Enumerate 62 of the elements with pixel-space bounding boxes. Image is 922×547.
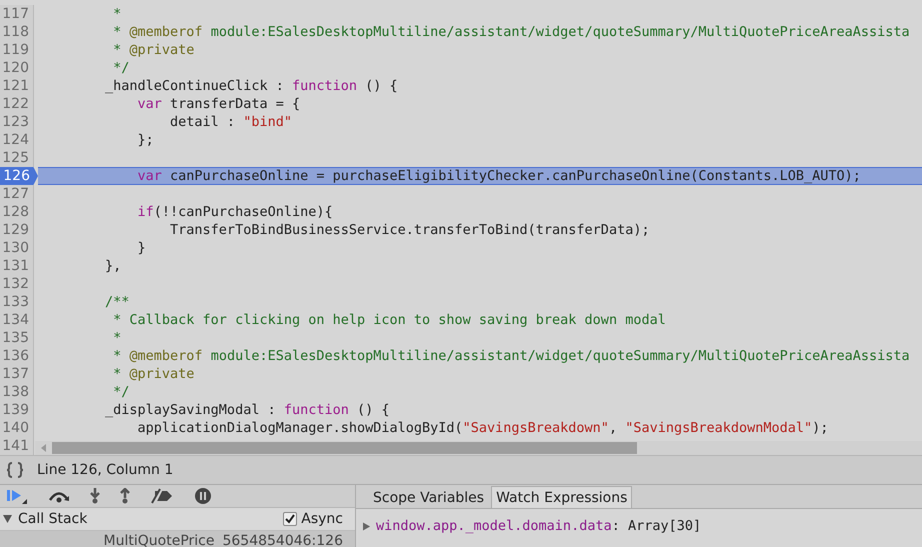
code-line: * — [112, 329, 122, 347]
line-number: 122 — [0, 95, 34, 113]
code-line: _displaySavingModal : function () { — [104, 401, 391, 419]
code-line: _handleContinueClick : function () { — [104, 77, 399, 95]
code-line: */ — [112, 59, 130, 77]
code-line: * @private — [112, 365, 196, 383]
line-number: 128 — [0, 203, 34, 221]
line-number: 134 — [0, 311, 34, 329]
line-number: 138 — [0, 383, 34, 401]
call-stack-title[interactable]: Call Stack — [18, 510, 88, 527]
line-number: 139 — [0, 401, 34, 419]
step-into-icon[interactable] — [90, 488, 100, 504]
line-number: 118 — [0, 23, 34, 41]
code-line: var transferData = { — [136, 95, 302, 113]
code-line: } — [136, 239, 147, 257]
horizontal-scrollbar[interactable] — [35, 441, 922, 455]
line-number: 123 — [0, 113, 34, 131]
code-line: /** — [104, 293, 130, 311]
line-number: 124 — [0, 131, 34, 149]
line-number: 131 — [0, 257, 34, 275]
expand-triangle-icon[interactable] — [363, 522, 371, 530]
code-line: detail : "bind" — [169, 113, 293, 131]
line-number: 133 — [0, 293, 34, 311]
scrollbar-thumb[interactable] — [52, 442, 637, 454]
panel-tab[interactable]: Watch Expressions — [491, 486, 632, 508]
cursor-position: Line 126, Column 1 — [37, 462, 174, 478]
code-line: */ — [112, 383, 130, 401]
line-number: 120 — [0, 59, 34, 77]
async-label: Async — [301, 510, 343, 527]
code-line: * — [112, 5, 122, 23]
code-line: TransferToBindBusinessService.transferToBind(transferData); — [169, 221, 651, 239]
watch-expression: window.app._model.domain.data: Array[30] — [376, 518, 702, 534]
code-line: * Callback for clicking on help icon to show saving break down modal — [112, 311, 667, 329]
expand-triangle-icon[interactable] — [3, 514, 12, 523]
async-checkbox[interactable] — [283, 512, 298, 526]
line-number: 136 — [0, 347, 34, 365]
line-number: 140 — [0, 419, 34, 437]
line-number: 135 — [0, 329, 34, 347]
line-number: 125 — [0, 149, 34, 167]
call-frame[interactable]: MultiQuotePrice 5654854046:126 — [0, 531, 355, 547]
code-line: * @memberof module:ESalesDesktopMultiline/assistant/widget/quoteSummary/MultiQuotePriceAreaAssista — [112, 23, 911, 41]
line-number: 127 — [0, 185, 34, 203]
line-number: 121 — [0, 77, 34, 95]
code-line: * @private — [112, 41, 196, 59]
code-line: applicationDialogManager.showDialogById("SavingsBreakdown", "SavingsBreakdownModal"); — [136, 419, 830, 437]
line-number: 137 — [0, 365, 34, 383]
pause-icon[interactable] — [194, 486, 212, 505]
line-number: 119 — [0, 41, 34, 59]
code-line: * @memberof module:ESalesDesktopMultiline/assistant/widget/quoteSummary/MultiQuotePriceAreaAssista — [112, 347, 911, 365]
panel-tab[interactable]: Scope Variables — [368, 486, 490, 508]
code-line: }, — [104, 257, 122, 275]
line-number: 130 — [0, 239, 34, 257]
step-out-icon[interactable] — [120, 488, 130, 504]
code-line: }; — [136, 131, 155, 149]
line-number: 141 — [0, 437, 34, 455]
braces-icon[interactable] — [6, 462, 24, 478]
line-number: 117 — [0, 5, 34, 23]
line-number: 129 — [0, 221, 34, 239]
code-line: if(!!canPurchaseOnline){ — [136, 203, 334, 221]
breakpoint-marker[interactable]: 126 — [0, 167, 38, 185]
deactivate-breakpoints-icon[interactable] — [150, 488, 174, 504]
line-number: 132 — [0, 275, 34, 293]
